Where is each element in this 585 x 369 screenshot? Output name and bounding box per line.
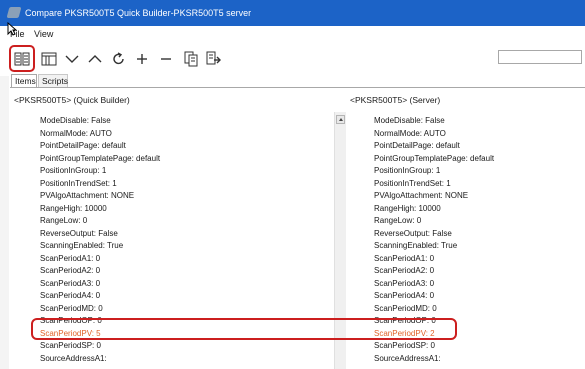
list-item[interactable]: ScanPeriodA3: 0 (40, 278, 100, 289)
app-icon (6, 7, 22, 18)
list-item[interactable]: RangeLow: 0 (40, 215, 87, 226)
tab-items[interactable]: Items (11, 74, 37, 88)
list-item[interactable]: SourceAddressA1: (374, 353, 441, 364)
list-item[interactable]: RangeHigh: 10000 (374, 203, 441, 214)
expand-button[interactable] (131, 48, 153, 70)
list-item[interactable]: ReverseOutput: False (374, 228, 452, 239)
left-pane-properties[interactable]: ModeDisable: False NormalMode: AUTO Poin… (12, 112, 335, 369)
list-item[interactable]: ScanPeriodA4: 0 (40, 290, 100, 301)
export-button[interactable] (203, 48, 225, 70)
toolbar (0, 42, 585, 76)
list-item[interactable]: PVAlgoAttachment: NONE (374, 190, 468, 201)
list-item[interactable]: ScanPeriodMD: 0 (374, 303, 437, 314)
list-item[interactable]: RangeHigh: 10000 (40, 203, 107, 214)
title-bar: Compare PKSR500T5 Quick Builder-PKSR500T… (0, 0, 585, 26)
list-item[interactable]: ScanPeriodA1: 0 (374, 253, 434, 264)
left-edge (0, 42, 9, 369)
tab-scripts[interactable]: Scripts (38, 74, 68, 88)
collapse-button[interactable] (155, 48, 177, 70)
list-item[interactable]: RangeLow: 0 (374, 215, 421, 226)
tab-divider (10, 87, 585, 88)
list-item[interactable]: ScanPeriodA2: 0 (374, 265, 434, 276)
plus-icon (137, 54, 147, 64)
list-item[interactable]: ScanPeriodA2: 0 (40, 265, 100, 276)
next-difference-button[interactable] (61, 48, 83, 70)
list-item[interactable]: PVAlgoAttachment: NONE (40, 190, 134, 201)
changed-list-item[interactable]: ScanPeriodPV: 5 (40, 328, 101, 339)
list-item[interactable]: ScanningEnabled: True (374, 240, 457, 251)
chevron-down-icon (65, 55, 79, 63)
right-pane-properties[interactable]: ModeDisable: False NormalMode: AUTO Poin… (346, 112, 585, 369)
list-item[interactable]: PositionInGroup: 1 (40, 165, 106, 176)
selected-button-highlight (9, 45, 35, 72)
tab-strip: Items Scripts (0, 74, 585, 88)
list-item[interactable]: PointGroupTemplatePage: default (40, 153, 160, 164)
changed-list-item[interactable]: ScanPeriodPV: 2 (374, 328, 435, 339)
list-item[interactable]: ReverseOutput: False (40, 228, 118, 239)
list-item[interactable]: ScanningEnabled: True (40, 240, 123, 251)
list-item[interactable]: ScanPeriodA3: 0 (374, 278, 434, 289)
list-item[interactable]: PointDetailPage: default (40, 140, 126, 151)
split-view-icon (41, 52, 57, 66)
refresh-icon (113, 52, 124, 65)
menu-view[interactable]: View (34, 29, 53, 39)
list-item[interactable]: ScanPeriodA4: 0 (374, 290, 434, 301)
refresh-button[interactable] (108, 48, 130, 70)
previous-difference-button[interactable] (84, 48, 106, 70)
menu-bar: File View (0, 26, 585, 42)
list-item[interactable]: ModeDisable: False (40, 115, 111, 126)
list-item[interactable]: PositionInTrendSet: 1 (40, 178, 117, 189)
window-title: Compare PKSR500T5 Quick Builder-PKSR500T… (25, 8, 252, 18)
copy-button[interactable] (180, 48, 202, 70)
list-item[interactable]: PointGroupTemplatePage: default (374, 153, 494, 164)
list-item[interactable]: ScanPeriodSP: 0 (40, 340, 101, 351)
chevron-up-icon (88, 55, 102, 63)
right-pane-header: <PKSR500T5> (Server) (350, 95, 441, 105)
list-item[interactable]: ScanPeriodMD: 0 (40, 303, 103, 314)
list-item[interactable]: SourceAddressA1: (40, 353, 107, 364)
list-item[interactable]: ScanPeriodOP: 0 (374, 315, 436, 326)
list-item[interactable]: ScanPeriodOP: 0 (40, 315, 102, 326)
copy-icon (184, 51, 198, 67)
left-pane-header: <PKSR500T5> (Quick Builder) (14, 95, 130, 105)
minus-icon (161, 58, 171, 60)
list-item[interactable]: ScanPeriodSP: 0 (374, 340, 435, 351)
vertical-scrollbar[interactable] (334, 112, 346, 369)
list-item[interactable]: NormalMode: AUTO (374, 128, 446, 139)
list-item[interactable]: PositionInTrendSet: 1 (374, 178, 451, 189)
list-item[interactable]: ScanPeriodA1: 0 (40, 253, 100, 264)
search-input[interactable] (498, 50, 582, 64)
list-item[interactable]: NormalMode: AUTO (40, 128, 112, 139)
list-item[interactable]: PointDetailPage: default (374, 140, 460, 151)
list-item[interactable]: PositionInGroup: 1 (374, 165, 440, 176)
export-icon (206, 51, 221, 65)
mouse-cursor-icon (7, 22, 17, 36)
scroll-up-button[interactable] (336, 115, 345, 124)
split-view-button[interactable] (38, 48, 60, 70)
list-item[interactable]: ModeDisable: False (374, 115, 445, 126)
